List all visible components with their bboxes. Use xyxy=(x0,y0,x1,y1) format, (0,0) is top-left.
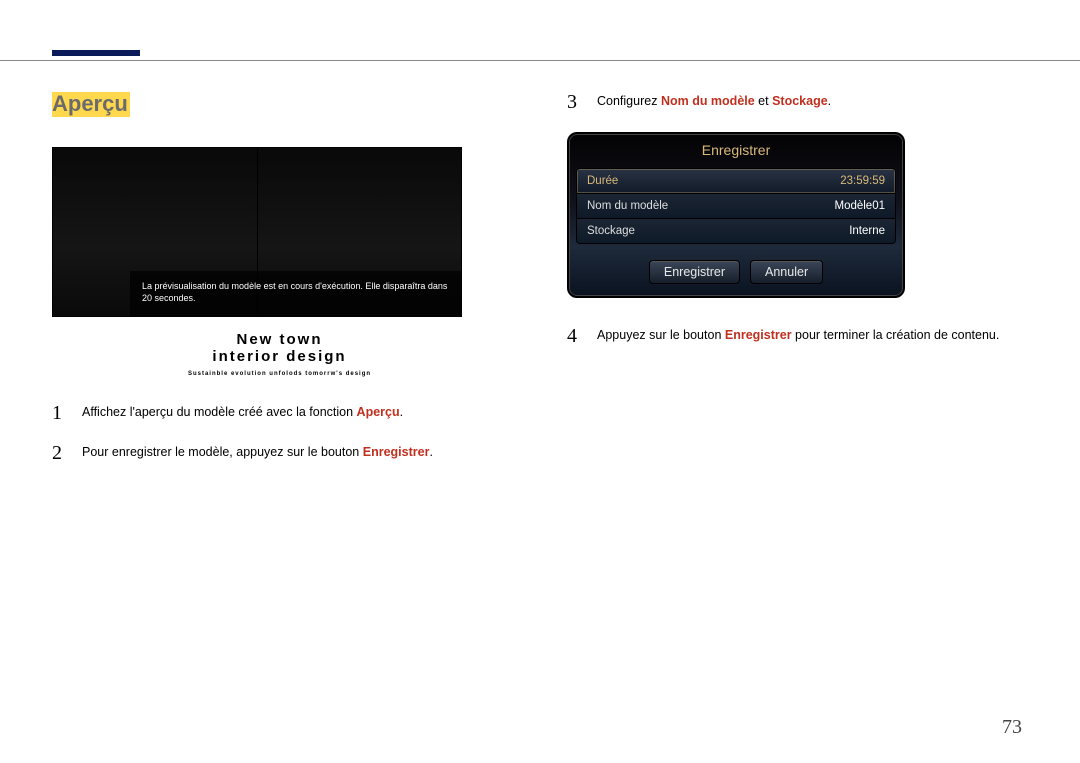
step-text: Pour enregistrer le modèle, appuyez sur … xyxy=(82,443,433,461)
left-column: Aperçu La prévisualisation du modèle est… xyxy=(52,92,507,483)
step-text-pre: Affichez l'aperçu du modèle créé avec la… xyxy=(82,405,357,419)
save-button[interactable]: Enregistrer xyxy=(649,260,740,284)
step-number: 2 xyxy=(52,443,66,463)
dialog-row-value: Modèle01 xyxy=(834,200,885,212)
template-title-line2: interior design xyxy=(52,348,507,365)
dialog-row-label: Durée xyxy=(587,175,618,187)
dialog-title: Enregistrer xyxy=(569,134,903,162)
step-text-post: . xyxy=(828,94,831,108)
keyword-stockage: Stockage xyxy=(772,94,828,108)
step-text: Affichez l'aperçu du modèle créé avec la… xyxy=(82,403,403,421)
step-number: 3 xyxy=(567,92,581,112)
step-text: Configurez Nom du modèle et Stockage. xyxy=(597,92,831,110)
template-subtitle: Sustainble evolution unfolods tomorrw's … xyxy=(52,371,507,377)
step-text-post: pour terminer la création de contenu. xyxy=(792,328,1000,342)
left-steps: 1 Affichez l'aperçu du modèle créé avec … xyxy=(52,403,507,463)
header-rule xyxy=(0,60,1080,61)
template-title: New town interior design xyxy=(52,331,507,365)
dialog-body: Durée 23:59:59 Nom du modèle Modèle01 St… xyxy=(576,168,896,244)
step-text-pre: Configurez xyxy=(597,94,661,108)
step-text-post: . xyxy=(429,445,432,459)
dialog-row-label: Nom du modèle xyxy=(587,200,668,212)
keyword-apercu: Aperçu xyxy=(357,405,400,419)
step-2: 2 Pour enregistrer le modèle, appuyez su… xyxy=(52,443,507,463)
keyword-enregistrer: Enregistrer xyxy=(363,445,430,459)
template-title-line1: New town xyxy=(52,331,507,348)
dialog-row-nom-du-modele[interactable]: Nom du modèle Modèle01 xyxy=(577,193,895,218)
step-number: 1 xyxy=(52,403,66,423)
header-accent-bar xyxy=(52,50,140,56)
dialog-row-label: Stockage xyxy=(587,225,635,237)
step-text-mid: et xyxy=(755,94,772,108)
step-number: 4 xyxy=(567,326,581,346)
step-1: 1 Affichez l'aperçu du modèle créé avec … xyxy=(52,403,507,423)
keyword-nom-du-modele: Nom du modèle xyxy=(661,94,755,108)
dialog-row-value: 23:59:59 xyxy=(840,175,885,187)
dialog-row-stockage[interactable]: Stockage Interne xyxy=(577,218,895,243)
cancel-button[interactable]: Annuler xyxy=(750,260,823,284)
dialog-row-duree[interactable]: Durée 23:59:59 xyxy=(577,169,895,193)
save-dialog: Enregistrer Durée 23:59:59 Nom du modèle… xyxy=(567,132,905,298)
step-text-post: . xyxy=(400,405,403,419)
section-heading: Aperçu xyxy=(52,92,130,117)
keyword-enregistrer: Enregistrer xyxy=(725,328,792,342)
step-4: 4 Appuyez sur le bouton Enregistrer pour… xyxy=(567,326,1022,346)
step-text-pre: Appuyez sur le bouton xyxy=(597,328,725,342)
section-heading-wrap: Aperçu xyxy=(52,92,507,117)
dialog-row-value: Interne xyxy=(849,225,885,237)
preview-overlay-text: La prévisualisation du modèle est en cou… xyxy=(130,271,462,317)
step-text: Appuyez sur le bouton Enregistrer pour t… xyxy=(597,326,999,344)
dialog-buttons: Enregistrer Annuler xyxy=(569,250,903,296)
preview-screenshot: La prévisualisation du modèle est en cou… xyxy=(52,147,462,317)
two-column-layout: Aperçu La prévisualisation du modèle est… xyxy=(52,52,1022,483)
manual-page: Aperçu La prévisualisation du modèle est… xyxy=(0,0,1080,763)
step-3: 3 Configurez Nom du modèle et Stockage. xyxy=(567,92,1022,112)
right-column: 3 Configurez Nom du modèle et Stockage. … xyxy=(567,92,1022,483)
step-text-pre: Pour enregistrer le modèle, appuyez sur … xyxy=(82,445,363,459)
page-number: 73 xyxy=(1002,716,1022,739)
